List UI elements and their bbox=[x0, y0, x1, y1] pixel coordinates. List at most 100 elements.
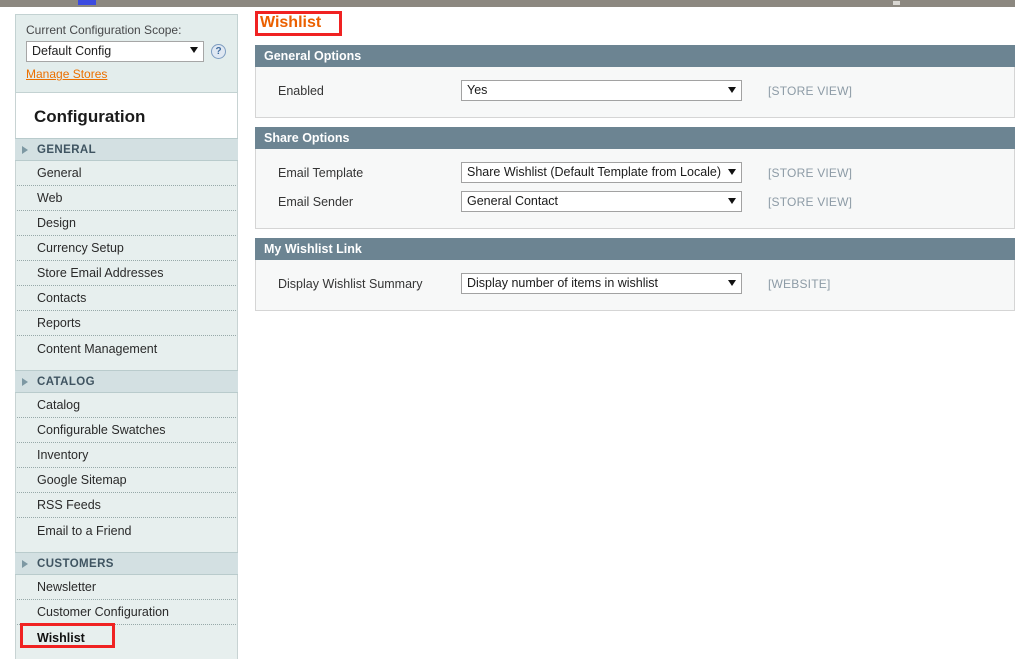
nav-active-indicator bbox=[78, 0, 96, 5]
sidebar-item-label: Store Email Addresses bbox=[37, 266, 164, 280]
section-header[interactable]: My Wishlist Link bbox=[255, 238, 1015, 260]
chevron-down-icon bbox=[728, 87, 736, 93]
sidebar-group-catalog[interactable]: CATALOG bbox=[15, 370, 238, 393]
sidebar-item-label: Configurable Swatches bbox=[37, 423, 166, 437]
field-scope-label: [STORE VIEW] bbox=[768, 194, 853, 209]
sidebar-item-wishlist[interactable]: Wishlist bbox=[17, 625, 236, 650]
sidebar-item-content-management[interactable]: Content Management bbox=[17, 336, 236, 361]
scope-selector-row: Default Config ? bbox=[26, 41, 227, 62]
scope-label: Current Configuration Scope: bbox=[26, 23, 182, 37]
sidebar-item-label: Wishlist bbox=[37, 630, 85, 645]
sidebar-group-items: Catalog Configurable Swatches Inventory Goo… bbox=[15, 393, 238, 552]
sidebar-item-label: Contacts bbox=[37, 291, 87, 305]
sidebar-item-label: Email to a Friend bbox=[37, 523, 132, 538]
field-scope-label: [STORE VIEW] bbox=[768, 83, 853, 98]
section-header[interactable]: General Options bbox=[255, 45, 1015, 67]
sidebar-item-newsletter[interactable]: Newsletter bbox=[17, 575, 236, 600]
chevron-down-icon bbox=[728, 198, 736, 204]
sidebar-item-customer-configuration[interactable]: Customer Configuration bbox=[17, 600, 236, 625]
field-label: Enabled bbox=[278, 83, 324, 98]
sidebar-item-currency-setup[interactable]: Currency Setup bbox=[17, 236, 236, 261]
field-row: Email Sender General Contact [STORE VIEW] bbox=[256, 187, 1014, 216]
configuration-sidebar: Current Configuration Scope: Default Con… bbox=[15, 14, 238, 659]
chevron-down-icon bbox=[728, 169, 736, 175]
sidebar-item-label: Currency Setup bbox=[37, 241, 124, 255]
field-row: Display Wishlist Summary Display number o… bbox=[256, 269, 1014, 298]
sidebar-group-label: CUSTOMERS bbox=[37, 557, 114, 570]
sidebar-group-label: CATALOG bbox=[37, 375, 95, 388]
manage-stores-link[interactable]: Manage Stores bbox=[26, 67, 107, 81]
field-row: Enabled Yes [STORE VIEW] bbox=[256, 76, 1014, 105]
sidebar-item-rss-feeds[interactable]: RSS Feeds bbox=[17, 493, 236, 518]
triangle-right-icon bbox=[22, 145, 28, 154]
sidebar-group-general[interactable]: GENERAL bbox=[15, 138, 238, 161]
sidebar-item-design[interactable]: Design bbox=[17, 211, 236, 236]
sidebar-item-label: Web bbox=[37, 191, 63, 205]
configuration-sections: General Options Enabled Yes [STORE VIEW] Sha… bbox=[255, 45, 1015, 311]
select-value: Share Wishlist (Default Template from Lo… bbox=[467, 165, 722, 179]
sidebar-item-inventory[interactable]: Inventory bbox=[17, 443, 236, 468]
section-body: Email Template Share Wishlist (Default Te… bbox=[255, 149, 1015, 229]
sidebar-item-web[interactable]: Web bbox=[17, 186, 236, 211]
sidebar-nav-groups: GENERAL General Web Design Currency Setup Sto… bbox=[15, 138, 238, 659]
sidebar-item-general[interactable]: General bbox=[17, 161, 236, 186]
section-body: Display Wishlist Summary Display number o… bbox=[255, 260, 1015, 311]
page-title: Wishlist bbox=[260, 14, 322, 31]
sidebar-item-label: Catalog bbox=[37, 398, 81, 412]
configuration-title-box: Configuration bbox=[15, 93, 238, 138]
nav-secondary-marker bbox=[893, 1, 900, 5]
select-email-template[interactable]: Share Wishlist (Default Template from Lo… bbox=[461, 162, 742, 183]
sidebar-item-label: General bbox=[37, 166, 82, 180]
sidebar-item-store-email-addresses[interactable]: Store Email Addresses bbox=[17, 261, 236, 286]
sidebar-item-configurable-swatches[interactable]: Configurable Swatches bbox=[17, 418, 236, 443]
sidebar-item-catalog[interactable]: Catalog bbox=[17, 393, 236, 418]
section-header-label: Share Options bbox=[264, 131, 350, 145]
sidebar-group-customers[interactable]: CUSTOMERS bbox=[15, 552, 238, 575]
help-icon[interactable]: ? bbox=[211, 44, 226, 59]
scope-select[interactable]: Default Config bbox=[26, 41, 204, 62]
field-label: Display Wishlist Summary bbox=[278, 276, 423, 291]
chevron-down-icon bbox=[190, 47, 198, 53]
select-email-sender[interactable]: General Contact bbox=[461, 191, 742, 212]
sidebar-item-label: Inventory bbox=[37, 448, 89, 462]
field-label: Email Sender bbox=[278, 194, 354, 209]
sidebar-item-email-to-a-friend[interactable]: Email to a Friend bbox=[17, 518, 236, 543]
field-row: Email Template Share Wishlist (Default Te… bbox=[256, 158, 1014, 187]
sidebar-group-items: General Web Design Currency Setup Store Emai… bbox=[15, 161, 238, 370]
main-content: Wishlist General Options Enabled Yes [STORE… bbox=[255, 11, 1015, 311]
select-value: Display number of items in wishlist bbox=[467, 276, 659, 290]
sidebar-item-label: Design bbox=[37, 216, 76, 230]
sidebar-item-contacts[interactable]: Contacts bbox=[17, 286, 236, 311]
chevron-down-icon bbox=[728, 280, 736, 286]
sidebar-item-google-sitemap[interactable]: Google Sitemap bbox=[17, 468, 236, 493]
sidebar-item-reports[interactable]: Reports bbox=[17, 311, 236, 336]
scope-select-value: Default Config bbox=[32, 44, 112, 58]
select-enabled[interactable]: Yes bbox=[461, 80, 742, 101]
field-label: Email Template bbox=[278, 165, 364, 180]
sidebar-item-label: Content Management bbox=[37, 341, 158, 356]
section-header-label: General Options bbox=[264, 49, 362, 63]
sidebar-item-label: Newsletter bbox=[37, 580, 97, 594]
triangle-right-icon bbox=[22, 559, 28, 568]
field-scope-label: [STORE VIEW] bbox=[768, 165, 853, 180]
sidebar-item-label: Google Sitemap bbox=[37, 473, 127, 487]
select-value: Yes bbox=[467, 83, 488, 97]
section-my-wishlist-link: My Wishlist Link Display Wishlist Summary… bbox=[255, 238, 1015, 311]
sidebar-group-items: Newsletter Customer Configuration Wishlist bbox=[15, 575, 238, 659]
top-navigation-bar[interactable] bbox=[0, 0, 1015, 7]
section-header[interactable]: Share Options bbox=[255, 127, 1015, 149]
section-general-options: General Options Enabled Yes [STORE VIEW] bbox=[255, 45, 1015, 118]
configuration-scope-panel: Current Configuration Scope: Default Con… bbox=[15, 14, 238, 93]
section-header-label: My Wishlist Link bbox=[264, 242, 362, 256]
select-value: General Contact bbox=[467, 194, 559, 208]
sidebar-item-label: Customer Configuration bbox=[37, 605, 170, 619]
sidebar-group-label: GENERAL bbox=[37, 143, 97, 156]
sidebar-item-label: Reports bbox=[37, 316, 81, 330]
page-heading: Configuration bbox=[34, 107, 146, 126]
section-share-options: Share Options Email Template Share Wishlis… bbox=[255, 127, 1015, 229]
field-scope-label: [WEBSITE] bbox=[768, 276, 831, 291]
section-body: Enabled Yes [STORE VIEW] bbox=[255, 67, 1015, 118]
triangle-right-icon bbox=[22, 377, 28, 386]
select-display-wishlist-summary[interactable]: Display number of items in wishlist bbox=[461, 273, 742, 294]
sidebar-item-label: RSS Feeds bbox=[37, 498, 101, 512]
